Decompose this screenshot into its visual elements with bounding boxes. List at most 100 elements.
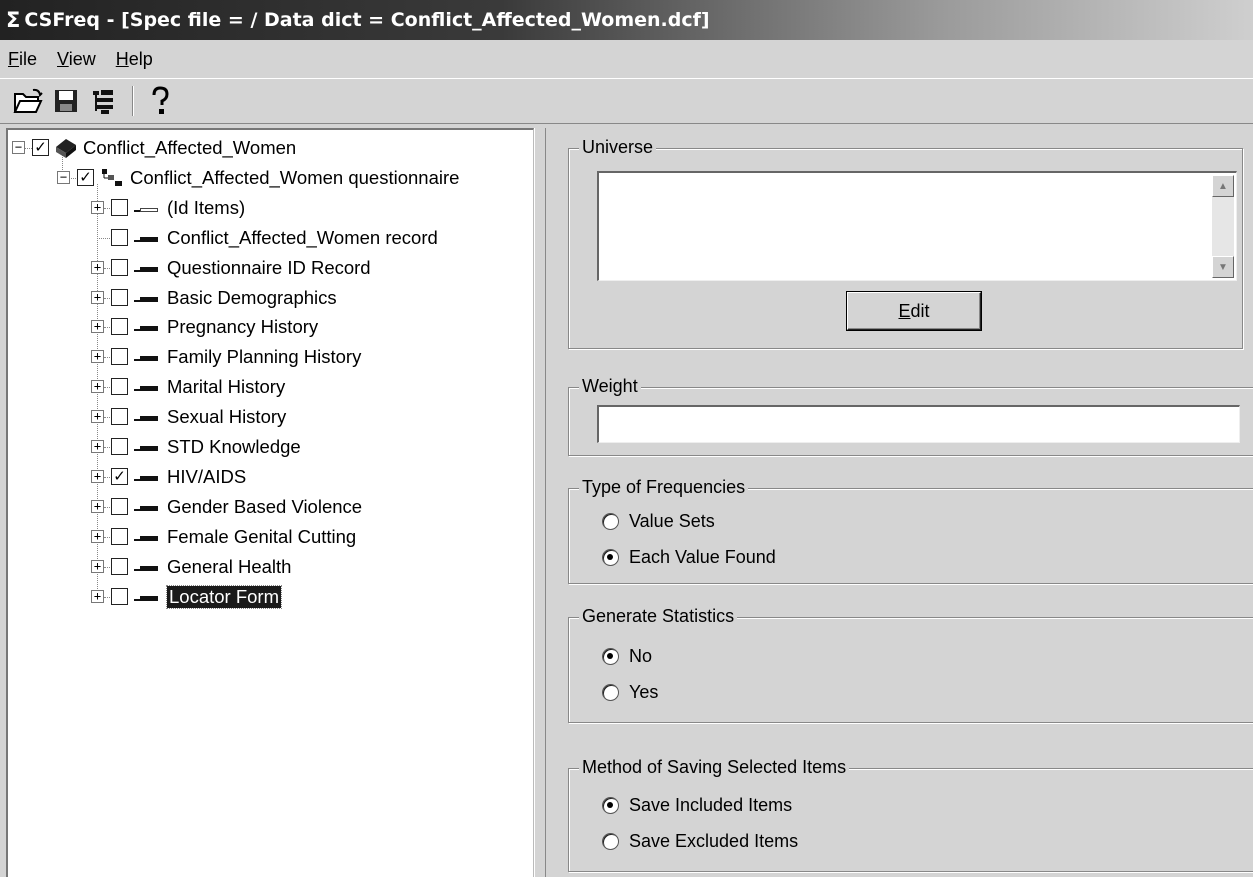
checkbox[interactable]: [111, 378, 128, 396]
record-icon: [134, 412, 158, 422]
universe-scrollbar[interactable]: ▲ ▼: [1212, 175, 1234, 278]
checkbox[interactable]: ✓: [77, 168, 94, 186]
frequencies-title: Type of Frequencies: [579, 477, 749, 498]
checkbox[interactable]: [111, 348, 128, 366]
tree-item-record[interactable]: + Gender Based Violence: [8, 492, 528, 522]
checkbox[interactable]: [111, 228, 128, 246]
scroll-up-icon[interactable]: ▲: [1212, 175, 1234, 197]
record-icon: [134, 592, 158, 602]
expand-icon[interactable]: +: [91, 589, 104, 603]
tree-run-icon[interactable]: [86, 83, 122, 119]
record-icon: [134, 203, 158, 213]
menu-bar: File View Help: [0, 40, 1253, 78]
dictionary-book-icon: [54, 137, 78, 164]
edit-button[interactable]: Edit: [846, 291, 982, 331]
radio-stats-yes[interactable]: Yes: [602, 682, 658, 703]
expand-icon[interactable]: +: [91, 260, 104, 274]
tree-item-record[interactable]: + Questionnaire ID Record: [8, 253, 528, 283]
tree-item-record[interactable]: + Family Planning History: [8, 342, 528, 372]
tree-item-label: Family Planning History: [167, 346, 362, 368]
radio-button: [602, 833, 619, 850]
checkbox[interactable]: [111, 288, 128, 306]
checkbox[interactable]: [111, 438, 128, 455]
help-question-icon[interactable]: [142, 83, 178, 119]
menu-view[interactable]: View: [57, 49, 96, 70]
record-icon: [134, 233, 158, 243]
universe-textarea[interactable]: ▲ ▼: [597, 171, 1237, 281]
tree-item-record[interactable]: + Marital History: [8, 372, 528, 402]
checkbox[interactable]: ✓: [111, 467, 128, 485]
tree-item-label: Sexual History: [167, 406, 287, 428]
checkbox[interactable]: ✓: [32, 139, 49, 156]
saving-group: Method of Saving Selected Items Save Inc…: [568, 757, 1253, 872]
record-icon: [134, 352, 158, 362]
record-icon: [134, 263, 158, 273]
expand-icon[interactable]: +: [91, 499, 104, 513]
checkbox[interactable]: [111, 587, 128, 605]
tree-item-record[interactable]: + General Health: [8, 552, 528, 582]
radio-save-excluded[interactable]: Save Excluded Items: [602, 831, 798, 852]
record-icon: [134, 472, 158, 482]
record-icon: [134, 532, 158, 542]
checkbox[interactable]: [111, 198, 128, 216]
radio-save-included[interactable]: Save Included Items: [602, 795, 792, 816]
tree-item-questionnaire[interactable]: − ✓ Conflict_Affected_Women questionnaire: [8, 163, 528, 193]
tree-item-record[interactable]: + STD Knowledge: [8, 432, 528, 462]
toolbar: [0, 78, 1253, 124]
tree-item-record[interactable]: Conflict_Affected_Women record: [8, 223, 528, 253]
open-folder-icon[interactable]: [10, 83, 46, 119]
tree-item-label: Questionnaire ID Record: [167, 256, 371, 278]
tree-item-label: Locator Form: [165, 584, 283, 609]
tree-item-record[interactable]: + ✓ HIV/AIDS: [8, 462, 528, 492]
title-bar[interactable]: Σ CSFreq - [Spec file = / Data dict = Co…: [0, 0, 1253, 40]
frequencies-group: Type of Frequencies Value Sets Each Valu…: [568, 477, 1253, 584]
universe-group: Universe ▲ ▼ Edit: [568, 137, 1243, 349]
checkbox[interactable]: [111, 258, 128, 276]
radio-button: [602, 513, 619, 530]
menu-help[interactable]: Help: [116, 49, 153, 70]
tree-item-record[interactable]: + Female Genital Cutting: [8, 522, 528, 552]
expand-icon[interactable]: +: [91, 290, 104, 304]
scroll-down-icon[interactable]: ▼: [1212, 256, 1234, 278]
sigma-icon: Σ: [6, 8, 21, 32]
tree-item-label: STD Knowledge: [167, 436, 301, 457]
collapse-icon[interactable]: −: [12, 141, 25, 154]
tree-item-label: HIV/AIDS: [167, 465, 247, 487]
options-panel: Universe ▲ ▼ Edit Weight Type of Frequen…: [546, 128, 1253, 877]
tree-item-record[interactable]: + (Id Items): [8, 193, 528, 223]
record-icon: [134, 502, 158, 512]
expand-icon[interactable]: +: [91, 440, 104, 453]
expand-icon[interactable]: +: [91, 410, 104, 424]
checkbox[interactable]: [111, 318, 128, 336]
menu-file[interactable]: File: [8, 49, 37, 70]
tree-item-record[interactable]: + Pregnancy History: [8, 312, 528, 342]
expand-icon[interactable]: +: [91, 469, 104, 483]
window-title: CSFreq - [Spec file = / Data dict = Conf…: [24, 9, 710, 31]
weight-field[interactable]: [597, 405, 1240, 443]
tree-item-label: (Id Items): [167, 196, 246, 218]
checkbox[interactable]: [111, 497, 128, 515]
tree-item-root[interactable]: − ✓ Conflict_Affected_Women: [8, 133, 528, 163]
checkbox[interactable]: [111, 557, 128, 575]
save-disk-icon[interactable]: [48, 83, 84, 119]
radio-value-sets[interactable]: Value Sets: [602, 511, 715, 532]
tree-item-record[interactable]: + Basic Demographics: [8, 283, 528, 313]
checkbox[interactable]: [111, 408, 128, 426]
dictionary-tree[interactable]: − ✓ Conflict_Affected_Women − ✓ Conflict_Affe…: [6, 128, 534, 877]
expand-icon[interactable]: +: [91, 559, 104, 573]
expand-icon[interactable]: +: [91, 380, 104, 394]
tree-item-record[interactable]: + Sexual History: [8, 402, 528, 432]
checkbox[interactable]: [111, 527, 128, 545]
universe-title: Universe: [579, 137, 657, 158]
collapse-icon[interactable]: −: [57, 170, 70, 184]
expand-icon[interactable]: +: [91, 320, 104, 334]
radio-each-value-found[interactable]: Each Value Found: [602, 547, 776, 568]
expand-icon[interactable]: +: [91, 350, 104, 364]
expand-icon[interactable]: +: [91, 529, 104, 543]
expand-icon[interactable]: +: [91, 200, 104, 214]
pane-splitter[interactable]: [534, 128, 546, 877]
tree-item-label: Basic Demographics: [167, 286, 337, 308]
radio-stats-no[interactable]: No: [602, 646, 652, 667]
record-icon: [134, 562, 158, 572]
tree-item-record[interactable]: + Locator Form: [8, 582, 528, 612]
